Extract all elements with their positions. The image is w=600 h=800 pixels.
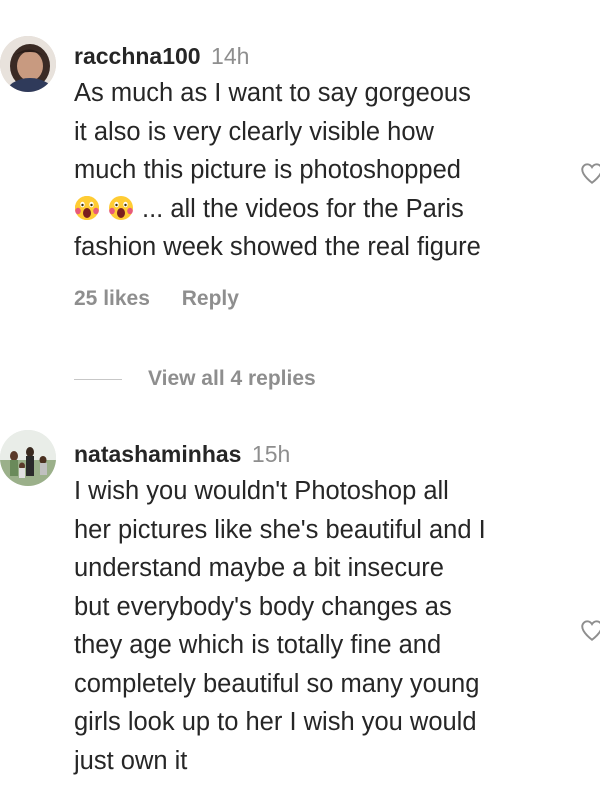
comment-header: racchna100 14h [74, 38, 574, 74]
reply-button[interactable]: Reply [182, 287, 239, 310]
comment-text-line: fashion week showed the real figure [74, 233, 481, 261]
view-replies-button[interactable]: View all 4 replies [74, 364, 316, 394]
comments-view: racchna100 14h As much as I want to say … [0, 0, 600, 800]
timestamp[interactable]: 14h [211, 43, 249, 69]
face-screaming-emoji [108, 194, 134, 220]
likes-count[interactable]: 25 likes [74, 287, 150, 310]
replies-divider [74, 378, 122, 380]
username[interactable]: racchna100 [74, 43, 201, 69]
comment-text-line-with-emoji: ... all the videos for the Paris [74, 190, 574, 229]
comment-text-line: just own it [74, 746, 188, 775]
heart-outline-icon[interactable] [579, 160, 600, 186]
comment-text-line: I wish you wouldn't Photoshop all [74, 477, 449, 505]
comment-text-segment: ... all the videos for the Paris [142, 194, 464, 223]
view-replies-label[interactable]: View all 4 replies [148, 367, 316, 391]
comment-meta: 25 likes Reply [74, 287, 574, 311]
comment-header: natashaminhas 15h [74, 436, 574, 472]
comment-text-line: girls look up to her I wish you would [74, 708, 477, 736]
avatar-image [0, 430, 56, 486]
comment-text-line: completely beautiful so many young [74, 669, 480, 698]
comment-text: I wish you wouldn't Photoshop all her pi… [74, 472, 574, 780]
comment-text: As much as I want to say gorgeous it als… [74, 74, 574, 267]
avatar-natashaminhas[interactable] [0, 430, 56, 486]
comment-text-line: As much as I want to say gorgeous [74, 79, 471, 107]
username[interactable]: natashaminhas [74, 441, 241, 467]
comment-text-line: her pictures like she's beautiful and I [74, 515, 486, 544]
comment-text-line: it also is very clearly visible how [74, 117, 434, 146]
comment-text-line: but everybody's body changes as [74, 592, 452, 621]
comment-text-line: much this picture is photoshopped [74, 156, 461, 184]
comment-text-line: they age which is totally fine and [74, 631, 442, 659]
heart-outline-icon[interactable] [579, 617, 600, 643]
comment-text-line: understand maybe a bit insecure [74, 554, 444, 582]
timestamp[interactable]: 15h [252, 441, 290, 467]
face-screaming-emoji [74, 194, 100, 220]
avatar-racchna100[interactable] [0, 36, 56, 92]
avatar-image [0, 36, 56, 92]
